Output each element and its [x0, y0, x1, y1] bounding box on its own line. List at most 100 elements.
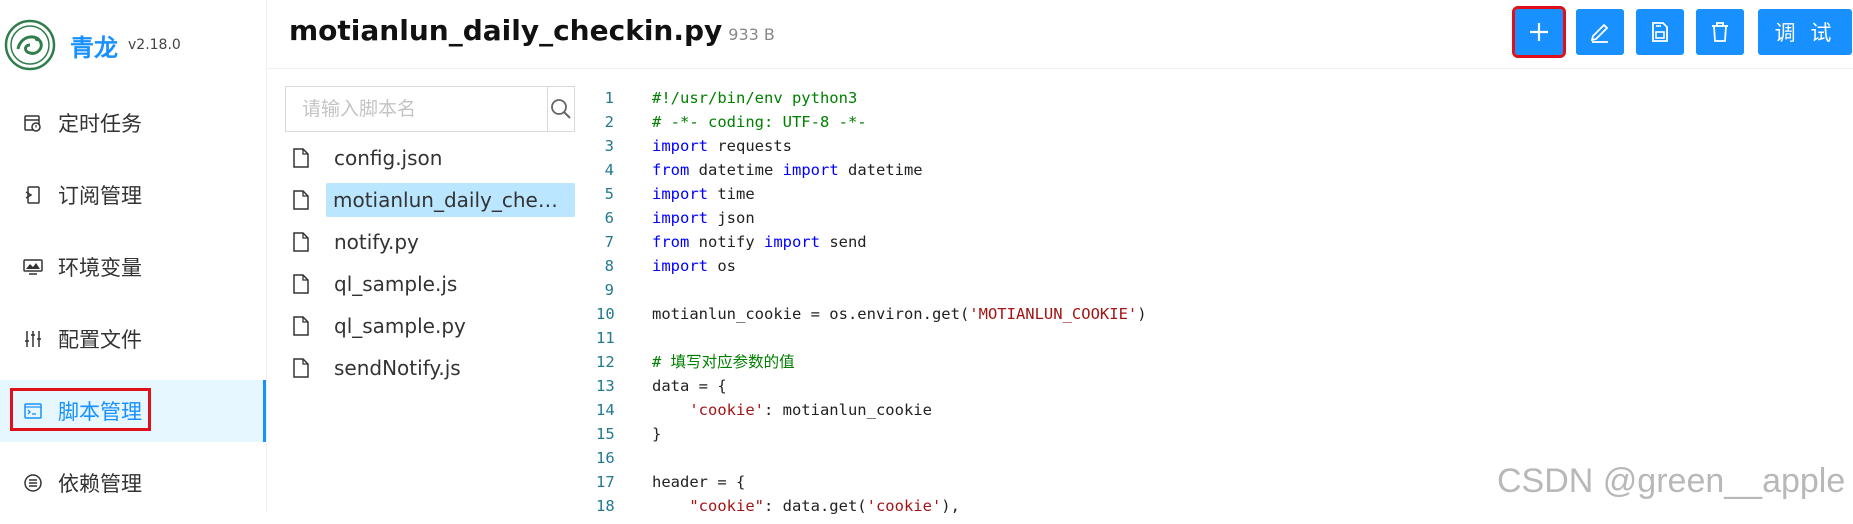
line-text: header = { — [652, 470, 745, 494]
highlight-box — [10, 388, 151, 431]
subscription-icon — [22, 184, 44, 206]
line-number: 15 — [596, 425, 615, 443]
code-token: : data.get( — [763, 497, 867, 515]
line-number: 5 — [604, 185, 614, 203]
search-button[interactable] — [547, 87, 574, 131]
code-line: 6 import json — [596, 206, 1796, 230]
line-number: 7 — [604, 233, 614, 251]
watermark: CSDN @green__apple — [1497, 462, 1846, 500]
code-token: ), — [941, 497, 960, 515]
file-name: sendNotify.js — [334, 356, 461, 380]
save-file-icon — [1652, 22, 1668, 42]
code-token: #!/usr/bin/env python3 — [652, 89, 858, 107]
line-number: 13 — [596, 377, 615, 395]
debug-button[interactable]: 调 试 — [1758, 9, 1852, 55]
sidebar-item-dependencies[interactable]: 依赖管理 — [0, 452, 266, 514]
line-number: 14 — [596, 401, 615, 419]
sidebar: 青龙 v2.18.0 定时任务 订阅管理 环境变量 配置文件 脚本管理 依赖管理 — [0, 0, 267, 513]
search-input[interactable] — [286, 87, 547, 131]
file-icon — [285, 316, 327, 336]
code-token: # -*- coding: UTF-8 -*- — [652, 113, 867, 131]
sidebar-item-label: 依赖管理 — [58, 472, 142, 496]
line-number: 4 — [604, 161, 614, 179]
code-token: header = { — [652, 473, 746, 491]
line-number: 16 — [596, 449, 615, 467]
code-token: requests — [708, 137, 792, 155]
line-number: 6 — [604, 209, 614, 227]
code-line: 13 data = { — [596, 374, 1796, 398]
line-number: 18 — [596, 497, 615, 515]
brand: 青龙 v2.18.0 — [4, 18, 181, 72]
list-circle-icon — [22, 472, 44, 494]
page-title: motianlun_daily_checkin.py 933 B — [289, 14, 775, 47]
monitor-icon — [22, 256, 44, 278]
sidebar-item-scripts[interactable]: 脚本管理 — [0, 380, 266, 442]
code-line: 15} — [596, 422, 1796, 446]
delete-button[interactable] — [1696, 9, 1744, 55]
code-token: send — [819, 233, 867, 251]
code-token: import — [652, 209, 708, 227]
line-number: 3 — [604, 137, 614, 155]
line-text: motianlun_cookie = os.environ.get('MOTIA… — [652, 302, 1147, 326]
line-text: # -*- coding: UTF-8 -*- — [652, 110, 867, 134]
code-token: ) — [1137, 305, 1147, 323]
file-item[interactable]: sendNotify.js — [285, 350, 575, 386]
code-editor[interactable]: 1 #!/usr/bin/env python3 2 # -*- coding: UT… — [596, 86, 1796, 518]
code-token: from — [652, 233, 690, 251]
code-token: : motianlun_cookie — [763, 401, 932, 419]
search-icon — [551, 99, 571, 119]
file-name: notify.py — [334, 230, 419, 254]
file-item[interactable]: ql_sample.py — [285, 308, 575, 344]
file-icon — [285, 274, 327, 294]
code-token: notify — [689, 233, 764, 251]
code-line: 3 import requests — [596, 134, 1796, 158]
sidebar-item-config-files[interactable]: 配置文件 — [0, 308, 266, 370]
line-number: 1 — [604, 89, 614, 107]
code-line: 9 — [596, 278, 1796, 302]
code-token: json — [708, 209, 755, 227]
file-item-selected[interactable]: motianlun_daily_checkin.py — [285, 182, 575, 218]
code-token: } — [652, 425, 662, 443]
code-token: import — [652, 257, 708, 275]
code-line: 12 # 填写对应参数的值 — [596, 350, 1796, 374]
sidebar-item-subscriptions[interactable]: 订阅管理 — [0, 164, 266, 226]
code-token: # 填写对应参数的值 — [652, 353, 795, 371]
sidebar-item-cron-tasks[interactable]: 定时任务 — [0, 92, 266, 154]
add-script-button[interactable] — [1512, 6, 1566, 58]
file-name: motianlun_daily_checkin.py — [326, 183, 575, 217]
save-file-button[interactable] — [1636, 9, 1684, 55]
code-token: import — [652, 137, 708, 155]
line-number: 2 — [604, 113, 614, 131]
plus-icon — [1530, 23, 1548, 41]
file-icon — [285, 358, 327, 378]
file-icon — [285, 190, 326, 210]
code-line: 14 'cookie': motianlun_cookie — [596, 398, 1796, 422]
code-line: 4 from datetime import datetime — [596, 158, 1796, 182]
line-text: 'cookie': motianlun_cookie — [652, 398, 932, 422]
line-number: 9 — [604, 281, 614, 299]
line-text: from datetime import datetime — [652, 158, 923, 182]
line-number: 17 — [596, 473, 615, 491]
file-title: motianlun_daily_checkin.py — [289, 14, 723, 47]
file-name: ql_sample.py — [334, 314, 466, 338]
file-item[interactable]: notify.py — [285, 224, 575, 260]
code-token: time — [708, 185, 755, 203]
code-token: import — [782, 161, 839, 179]
code-token: import — [763, 233, 820, 251]
line-text: "cookie": data.get('cookie'), — [652, 494, 960, 518]
sidebar-item-env-vars[interactable]: 环境变量 — [0, 236, 266, 298]
pencil-icon — [1590, 23, 1609, 43]
code-line: 8 import os — [596, 254, 1796, 278]
line-number: 8 — [604, 257, 614, 275]
file-item[interactable]: config.json — [285, 140, 575, 176]
code-token: datetime — [689, 161, 783, 179]
qinglong-logo-icon — [4, 19, 56, 71]
file-icon — [285, 232, 327, 252]
file-tree: config.json motianlun_daily_checkin.py n… — [285, 86, 575, 392]
code-token: from — [652, 161, 690, 179]
edit-button[interactable] — [1576, 9, 1624, 55]
sliders-icon — [22, 328, 44, 350]
file-item[interactable]: ql_sample.js — [285, 266, 575, 302]
file-size: 933 B — [728, 25, 775, 44]
